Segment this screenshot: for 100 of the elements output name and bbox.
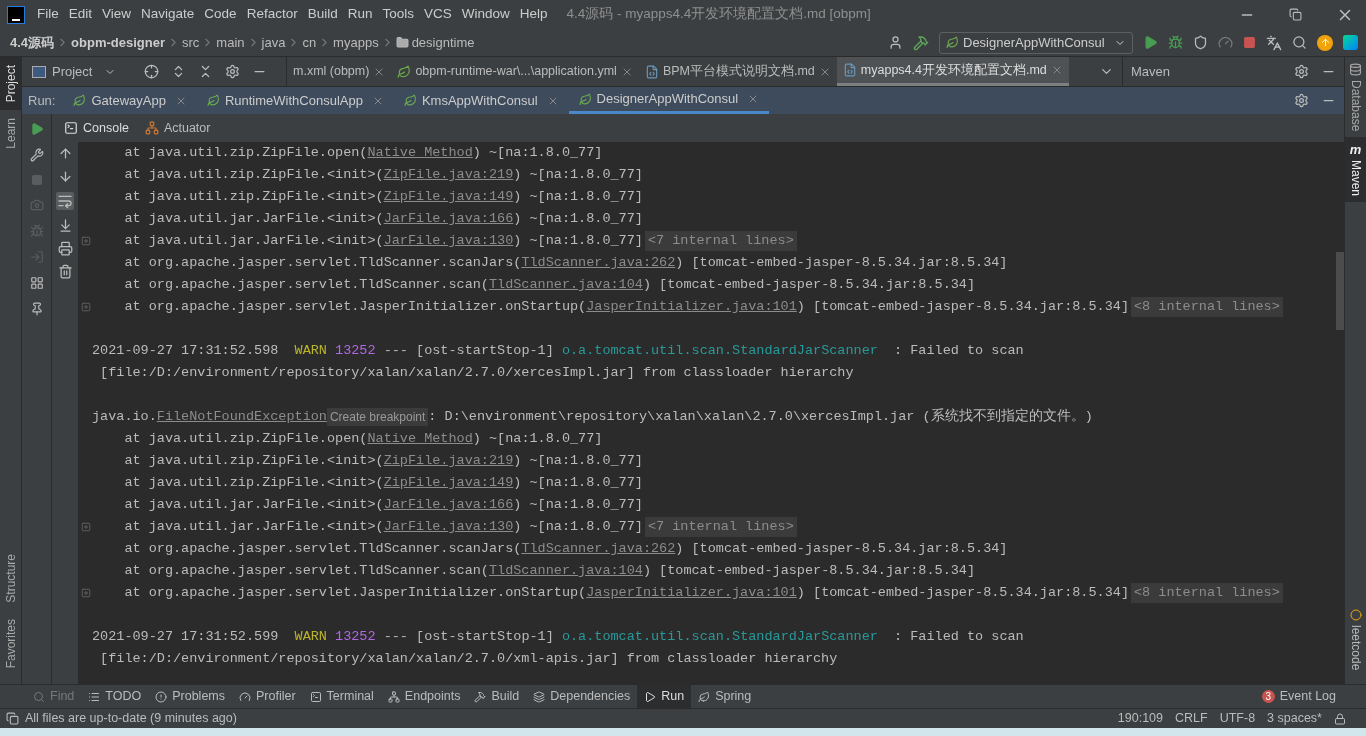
menu-item[interactable]: Edit — [63, 4, 98, 25]
menu-item[interactable]: Build — [302, 4, 343, 25]
source-link[interactable]: Native Method — [367, 428, 473, 450]
log-text: : D:\environment\repository\xalan\xalan\2.7.0\xercesImpl.jar (系统找不到指定的文件。) — [428, 407, 1093, 426]
process-tab[interactable]: GatewayApp — [63, 87, 197, 114]
source-link[interactable]: ZipFile.java:219 — [383, 164, 514, 186]
source-link[interactable]: Native Method — [367, 142, 473, 164]
line-separator[interactable]: CRLF — [1175, 709, 1208, 728]
log-text: ) [tomcat-embed-jasper-8.5.34.jar:8.5.34] — [642, 561, 976, 580]
source-link[interactable]: JarFile.java:166 — [383, 208, 514, 230]
breadcrumb-item[interactable]: 4.4源码 — [10, 32, 55, 53]
tool-window-tab[interactable]: Run — [637, 685, 692, 708]
tool-window-button[interactable]: Learn — [0, 110, 22, 158]
source-link[interactable]: JasperInitializer.java:101 — [586, 296, 797, 318]
menu-item[interactable]: Help — [514, 4, 553, 25]
breadcrumb-item[interactable]: obpm-designer — [71, 32, 165, 53]
tool-window-tab[interactable]: Spring — [691, 685, 759, 708]
internal-lines-badge: <8 internal lines> — [1131, 296, 1283, 318]
menu-item[interactable]: Refactor — [241, 4, 303, 25]
source-link[interactable]: JarFile.java:130 — [383, 230, 514, 252]
editor-tab[interactable]: m.xml (obpm) — [287, 57, 392, 86]
tool-window-button[interactable]: Project — [0, 57, 22, 111]
tool-window-tab[interactable]: Terminal — [302, 685, 381, 708]
log-text: : Failed to scan — [893, 627, 1024, 646]
tool-window-button[interactable]: Structure — [0, 545, 22, 611]
log-text: at java.util.jar.JarFile.<init>( — [123, 209, 384, 228]
log-text: at org.apache.jasper.servlet.JasperInitializer.onStartup( — [123, 583, 587, 602]
status-message: All files are up-to-date (9 minutes ago) — [25, 710, 237, 728]
log-text: ) [tomcat-embed-jasper-8.5.34.jar:8.5.34] — [642, 275, 976, 294]
process-tab[interactable]: RuntimeWithConsulApp — [196, 87, 394, 114]
menu-item[interactable]: View — [97, 4, 137, 25]
log-text: at org.apache.jasper.servlet.JasperInitializer.onStartup( — [123, 297, 587, 316]
log-text: java.io. — [92, 407, 157, 426]
log-text: at org.apache.jasper.servlet.TldScanner.scanJars( — [123, 539, 522, 558]
console-tab[interactable]: Console — [60, 117, 133, 139]
process-tab[interactable]: KmsAppWithConsul — [393, 87, 569, 114]
logger-name: o.a.tomcat.util.scan.StandardJarScanner — [561, 627, 878, 646]
internal-lines-badge: <8 internal lines> — [1131, 582, 1283, 604]
tool-window-tab[interactable]: Problems — [148, 685, 232, 708]
process-tab[interactable]: DesignerAppWithConsul — [568, 87, 770, 114]
editor-tab[interactable]: BPM平台模式说明文档.md — [638, 57, 837, 86]
source-link[interactable]: JarFile.java:166 — [383, 494, 514, 516]
log-text: --- [ost-startStop-1] — [382, 341, 555, 360]
console-tab[interactable]: Actuator — [140, 117, 215, 139]
log-text: [file:/D:/environment/repository/xalan/xalan/2.7.0/xercesImpl.jar] from classloader hierarchy — [99, 363, 854, 382]
breadcrumb-item[interactable]: myapps — [333, 32, 379, 53]
menu-item[interactable]: Tools — [377, 4, 419, 25]
breadcrumb-item[interactable]: src — [182, 32, 200, 53]
source-link[interactable]: ZipFile.java:149 — [383, 472, 514, 494]
log-text: ) [tomcat-embed-jasper-8.5.34.jar:8.5.34] — [675, 253, 1008, 272]
tool-window-tab[interactable]: Profiler — [232, 685, 303, 708]
log-level: WARN — [294, 627, 327, 646]
menu-item[interactable]: File — [32, 4, 64, 25]
source-link[interactable]: FileNotFoundException — [156, 406, 327, 428]
tool-window-tab[interactable]: Dependencies — [526, 685, 638, 708]
breadcrumb-item[interactable]: main — [216, 32, 245, 53]
source-link[interactable]: JasperInitializer.java:101 — [586, 582, 797, 604]
tool-window-tab[interactable]: Endpoints — [380, 685, 468, 708]
panel-title: Maven — [1131, 62, 1171, 81]
menu-item[interactable]: Navigate — [136, 4, 200, 25]
menu-item[interactable]: Window — [456, 4, 515, 25]
log-text: at java.util.zip.ZipFile.<init>( — [123, 165, 384, 184]
breadcrumb-item[interactable]: designtime — [411, 32, 475, 53]
cursor-position[interactable]: 190:109 — [1117, 709, 1163, 728]
log-text: ) ~[na:1.8.0_77] — [513, 165, 643, 184]
source-link[interactable]: TldScanner.java:262 — [521, 538, 676, 560]
source-link[interactable]: JarFile.java:130 — [383, 516, 514, 538]
log-text: at org.apache.jasper.servlet.TldScanner.scan( — [123, 275, 489, 294]
log-text: ) ~[na:1.8.0_77] — [513, 473, 643, 492]
process-id: 13252 — [335, 627, 376, 646]
menu-item[interactable]: Code — [199, 4, 242, 25]
file-encoding[interactable]: UTF-8 — [1219, 709, 1256, 728]
tool-window-button[interactable]: Favorites — [0, 610, 22, 676]
log-text: [file:/D:/environment/repository/xalan/xalan/2.7.0/xml-apis.jar] from classloader hierarchy — [99, 649, 838, 668]
log-text: at java.util.zip.ZipFile.open( — [123, 429, 368, 448]
source-link[interactable]: TldScanner.java:104 — [488, 274, 643, 296]
log-text: ) ~[na:1.8.0_77] — [472, 429, 603, 448]
source-link[interactable]: TldScanner.java:262 — [521, 252, 676, 274]
tool-window-tab[interactable]: TODO — [81, 685, 149, 708]
source-link[interactable]: ZipFile.java:149 — [383, 186, 514, 208]
log-text: at java.util.zip.ZipFile.<init>( — [123, 473, 384, 492]
log-text: at java.util.jar.JarFile.<init>( — [123, 517, 384, 536]
menu-item[interactable]: VCS — [419, 4, 457, 25]
tool-window-button[interactable]: m Maven — [1345, 137, 1366, 203]
tool-window-button[interactable]: Database — [1345, 57, 1366, 138]
breadcrumb-item[interactable]: cn — [302, 32, 317, 53]
log-text: --- [ost-startStop-1] — [382, 627, 555, 646]
event-log-tab[interactable]: 3 Event Log — [1261, 685, 1366, 708]
menu-item[interactable]: Run — [342, 4, 378, 25]
tool-window-button[interactable]: leetcode — [1345, 602, 1366, 676]
tool-window-tab[interactable]: Build — [467, 685, 527, 708]
editor-tab[interactable]: myapps4.4开发环境配置文档.md — [836, 57, 1069, 86]
run-config-dropdown[interactable]: DesignerAppWithConsul — [939, 31, 1133, 54]
breadcrumb-item[interactable]: java — [261, 32, 286, 53]
log-text: at java.util.zip.ZipFile.<init>( — [123, 187, 384, 206]
source-link[interactable]: ZipFile.java:219 — [383, 450, 514, 472]
source-link[interactable]: TldScanner.java:104 — [488, 560, 643, 582]
indent-setting[interactable]: 3 spaces* — [1267, 709, 1322, 728]
project-selector[interactable]: Project — [32, 61, 117, 82]
editor-tab[interactable]: obpm-runtime-war\...\application.yml — [391, 57, 639, 86]
